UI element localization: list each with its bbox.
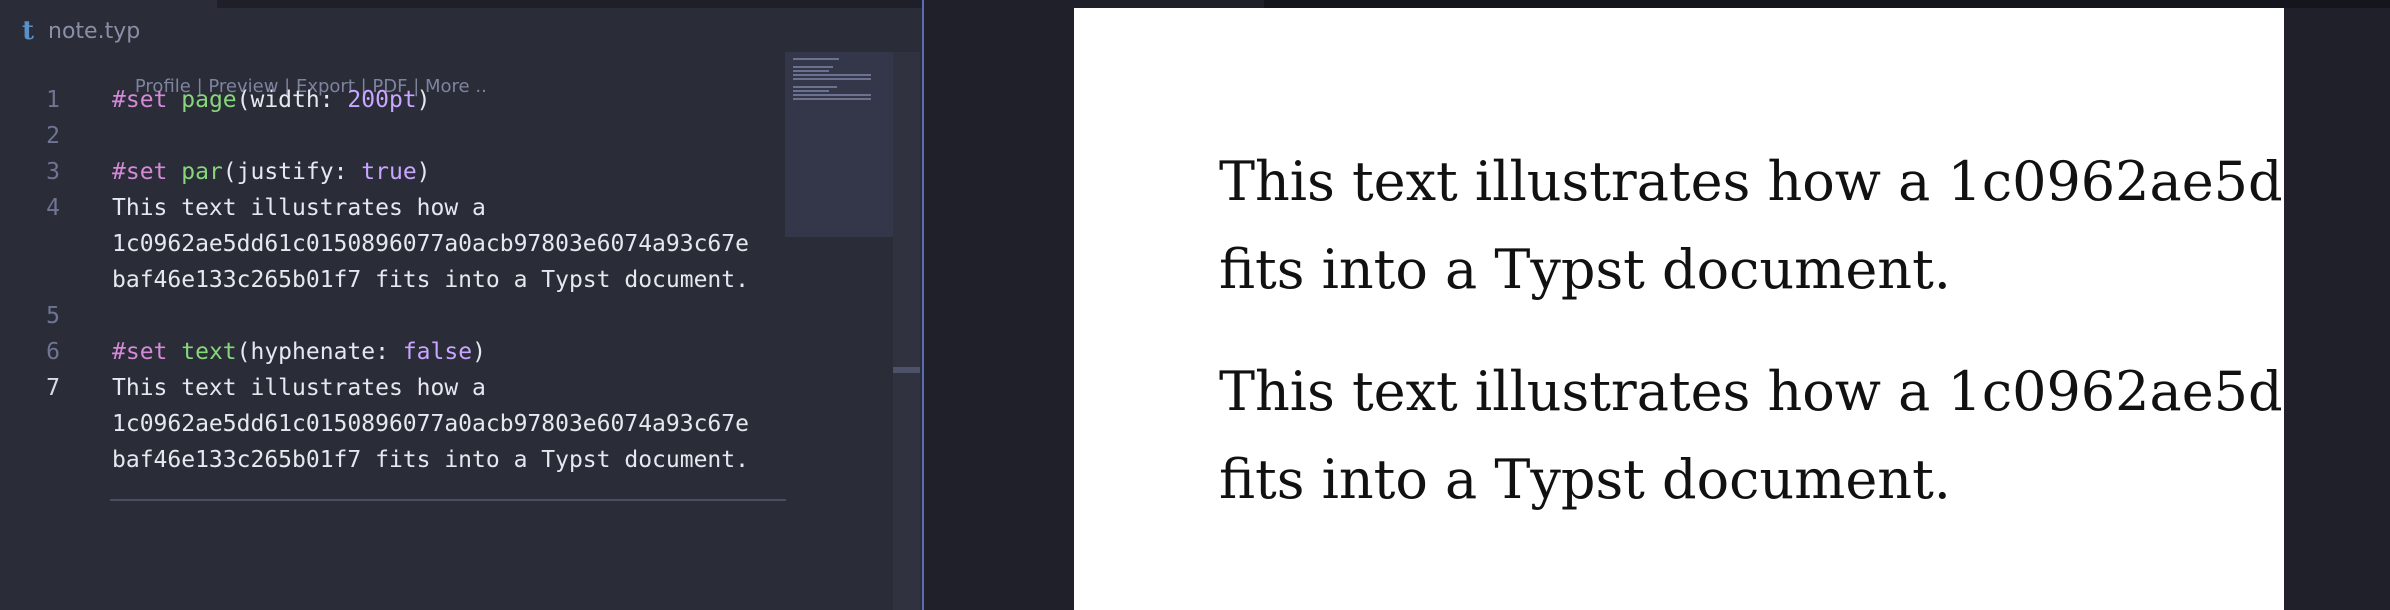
code-line[interactable]: 2: [0, 118, 790, 154]
code-token: text: [181, 339, 237, 365]
editor-top-bar: [217, 0, 922, 8]
line-text: This text illustrates how a: [112, 190, 486, 226]
code-token: (justify:: [222, 159, 362, 185]
code-token: par: [181, 159, 223, 185]
line-text: #set page(width: 200pt): [112, 82, 431, 118]
preview-pane[interactable]: This text illustrates how a 1c0962ae5dd6…: [924, 0, 2390, 610]
code-token: #set: [112, 339, 182, 365]
minimap-line: [793, 78, 871, 80]
code-token: ): [416, 87, 431, 113]
code-line[interactable]: 6 #set text(hyphenate: false): [0, 334, 790, 370]
typst-file-icon: t: [22, 16, 35, 46]
preview-top-bar: [1264, 0, 2390, 8]
code-token: 1c0962ae5dd61c0150896077a0acb97803e6074a…: [112, 231, 749, 257]
code-line[interactable]: 5: [0, 298, 790, 334]
file-tab[interactable]: t note.typ: [22, 16, 140, 46]
code-token: #set: [112, 159, 182, 185]
line-number: 7: [46, 375, 60, 401]
code-token: false: [402, 339, 473, 365]
code-line[interactable]: 4 This text illustrates how a: [0, 190, 790, 226]
minimap-line: [793, 90, 829, 92]
preview-paragraph-1: This text illustrates how a 1c0962ae5dd6…: [1219, 138, 2284, 314]
code-token: ): [472, 339, 486, 365]
code-token: (width:: [236, 87, 348, 113]
editor-scrollbar[interactable]: [893, 52, 920, 610]
line-number: 4: [46, 195, 60, 221]
minimap-line: [793, 94, 871, 96]
code-token: 200pt: [347, 87, 417, 113]
line-text: 1c0962ae5dd61c0150896077a0acb97803e6074a…: [112, 226, 749, 262]
line-number: 6: [46, 339, 60, 365]
line-number: 2: [46, 123, 60, 149]
minimap-line: [793, 70, 829, 72]
current-line-highlight: [110, 393, 786, 501]
minimap-line: [793, 66, 833, 68]
paragraph-line: fits into a Typst document.: [1219, 238, 1951, 301]
minimap-line: [793, 58, 839, 60]
minimap-line: [793, 98, 871, 100]
code-line[interactable]: 1 #set page(width: 200pt): [0, 82, 790, 118]
code-line[interactable]: 3 #set par(justify: true): [0, 154, 790, 190]
code-token: page: [181, 87, 237, 113]
scrollbar-thumb[interactable]: [893, 367, 920, 373]
code-editor[interactable]: t note.typ Profile | Preview | Export | …: [0, 0, 922, 610]
code-line[interactable]: baf46e133c265b01f7 fits into a Typst doc…: [0, 262, 790, 298]
line-text: #set text(hyphenate: false): [112, 334, 486, 370]
document-page: This text illustrates how a 1c0962ae5dd6…: [1074, 8, 2284, 610]
minimap-line: [793, 74, 871, 76]
code-token: (hyphenate:: [236, 339, 403, 365]
code-line[interactable]: 1c0962ae5dd61c0150896077a0acb97803e6074a…: [0, 226, 790, 262]
code-token: #set: [112, 87, 182, 113]
paragraph-line: fits into a Typst document.: [1219, 448, 1951, 511]
code-token: baf46e133c265b01f7 fits into a Typst doc…: [112, 267, 749, 293]
line-text: baf46e133c265b01f7 fits into a Typst doc…: [112, 262, 749, 298]
line-number: 5: [46, 303, 60, 329]
paragraph-line: This text illustrates how a 1c0962ae5dd6: [1219, 360, 2284, 423]
code-token: true: [361, 159, 417, 185]
minimap-line: [793, 86, 837, 88]
code-token: ): [416, 159, 431, 185]
code-token: This text illustrates how a: [112, 195, 486, 221]
line-number: 3: [46, 159, 60, 185]
minimap[interactable]: [785, 52, 893, 237]
line-text: #set par(justify: true): [112, 154, 431, 190]
preview-paragraph-2: This text illustrates how a 1c0962ae5dd6…: [1219, 348, 2284, 524]
paragraph-line: This text illustrates how a 1c0962ae5dd6: [1219, 150, 2284, 213]
line-number: 1: [46, 87, 60, 113]
file-name: note.typ: [48, 18, 141, 44]
